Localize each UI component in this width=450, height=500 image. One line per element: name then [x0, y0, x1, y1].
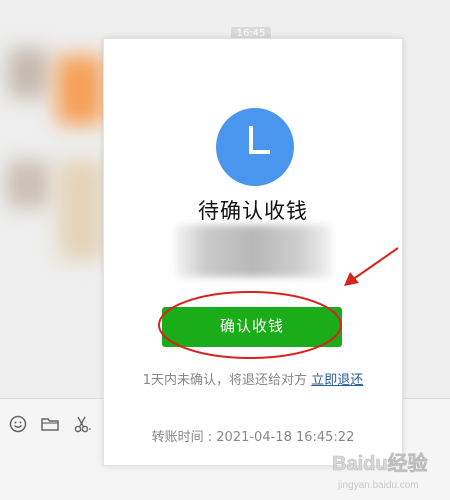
confirm-receive-button[interactable]: 确认收钱 [162, 307, 342, 347]
blurred-message-image [56, 55, 104, 125]
refund-hint-text: 1天内未确认，将退还给对方 [142, 373, 308, 388]
blurred-amount [176, 225, 332, 277]
svg-text:jingyan.baidu.com: jingyan.baidu.com [337, 480, 419, 491]
refund-now-link[interactable]: 立即退还 [311, 373, 363, 388]
clock-icon [216, 108, 294, 186]
pending-receipt-dialog: 待确认收钱 确认收钱 1天内未确认，将退还给对方 立即退还 转账时间 : 202… [103, 38, 403, 466]
svg-text:Baidu经验: Baidu经验 [332, 451, 428, 475]
emoji-icon[interactable] [8, 414, 28, 434]
blurred-avatar [6, 160, 50, 208]
baidu-jingyan-watermark: Baidu经验 jingyan.baidu.com [332, 451, 428, 491]
refund-hint: 1天内未确认，将退还给对方 立即退还 [104, 369, 402, 388]
folder-icon[interactable] [40, 414, 60, 434]
blurred-avatar [8, 48, 48, 98]
dialog-title: 待确认收钱 [198, 199, 308, 223]
scissors-icon[interactable] [72, 414, 92, 434]
blurred-message-image [58, 160, 104, 260]
